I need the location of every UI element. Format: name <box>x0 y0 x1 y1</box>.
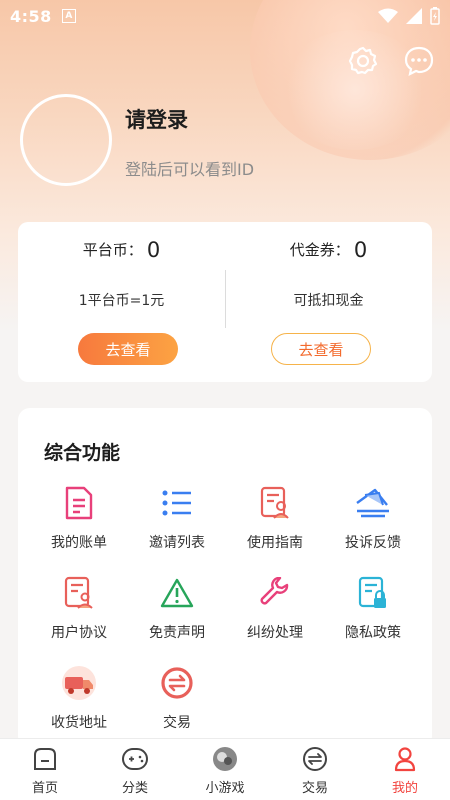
feature-label: 纠纷处理 <box>247 625 303 641</box>
signal-icon <box>406 8 422 24</box>
bill-icon <box>60 484 98 522</box>
feature-invite-list[interactable]: 邀请列表 <box>128 482 226 562</box>
login-subtitle: 登陆后可以看到ID <box>125 160 255 179</box>
warning-icon <box>158 574 196 612</box>
guide-icon <box>256 484 294 522</box>
settings-button[interactable] <box>346 44 380 78</box>
feature-guide[interactable]: 使用指南 <box>226 482 324 562</box>
bottom-tab-bar: 首页 分类 小游戏 交易 我的 <box>0 738 450 800</box>
agreement-icon <box>60 574 98 612</box>
voucher-section: 代金券： 0 可抵扣现金 去查看 <box>225 222 432 382</box>
privacy-icon <box>354 574 392 612</box>
feature-label: 使用指南 <box>247 535 303 551</box>
feature-label: 邀请列表 <box>149 535 205 551</box>
feature-bill[interactable]: 我的账单 <box>30 482 128 562</box>
tab-minigame[interactable]: 小游戏 <box>180 739 270 800</box>
platform-coin-section: 平台币： 0 1平台币=1元 去查看 <box>18 222 225 382</box>
tab-label: 首页 <box>31 781 58 796</box>
feature-label: 收货地址 <box>51 715 107 731</box>
feature-feedback[interactable]: 投诉反馈 <box>324 482 422 562</box>
feature-label: 用户协议 <box>51 625 107 641</box>
feature-label: 交易 <box>163 715 191 731</box>
messages-button[interactable] <box>402 44 436 78</box>
voucher-view-button[interactable]: 去查看 <box>271 333 371 365</box>
features-title: 综合功能 <box>44 442 121 464</box>
voucher-value: 0 <box>353 238 368 262</box>
login-title[interactable]: 请登录 <box>125 104 188 134</box>
platform-coin-note: 1平台币=1元 <box>78 293 165 309</box>
feature-agreement[interactable]: 用户协议 <box>30 572 128 652</box>
feature-address[interactable]: 收货地址 <box>30 662 128 742</box>
tab-label: 我的 <box>391 781 418 796</box>
list-icon <box>158 484 196 522</box>
feature-label: 隐私政策 <box>345 625 401 641</box>
voucher-note: 可抵扣现金 <box>293 293 364 309</box>
platform-coin-view-button[interactable]: 去查看 <box>78 333 178 365</box>
wallet-card: 平台币： 0 1平台币=1元 去查看 代金券： 0 可抵扣现金 去查看 <box>18 222 432 382</box>
platform-coin-label: 平台币： <box>82 241 143 259</box>
feature-label: 免责声明 <box>149 625 205 641</box>
battery-icon <box>430 7 440 25</box>
features-card: 综合功能 我的账单 邀请列表 使用指南 投诉反馈 用户协议 免责声明 纠纷处理 … <box>18 408 432 748</box>
category-icon <box>121 745 149 773</box>
profile-icon <box>391 745 419 773</box>
tab-trade[interactable]: 交易 <box>270 739 360 800</box>
feature-disclaimer[interactable]: 免责声明 <box>128 572 226 652</box>
status-badge: A <box>61 9 76 23</box>
tab-label: 分类 <box>121 781 148 796</box>
status-bar: 4:58 A <box>0 0 450 32</box>
trade-icon <box>301 745 329 773</box>
feature-trade[interactable]: 交易 <box>128 662 226 742</box>
voucher-label: 代金券： <box>289 241 350 259</box>
tab-mine[interactable]: 我的 <box>360 739 450 800</box>
delivery-truck-icon <box>60 664 98 702</box>
gear-icon <box>348 46 378 75</box>
wifi-icon <box>378 8 398 23</box>
status-time: 4:58 <box>10 6 52 26</box>
tab-home[interactable]: 首页 <box>0 739 90 800</box>
feature-label: 我的账单 <box>51 535 107 551</box>
home-icon <box>31 745 59 773</box>
minigame-icon <box>211 745 239 773</box>
tab-label: 小游戏 <box>205 781 245 796</box>
tab-category[interactable]: 分类 <box>90 739 180 800</box>
chat-bubble-icon <box>404 46 434 76</box>
tab-label: 交易 <box>301 781 328 796</box>
feature-dispute[interactable]: 纠纷处理 <box>226 572 324 652</box>
avatar[interactable] <box>20 94 112 186</box>
wrench-icon <box>256 574 294 612</box>
exchange-icon <box>158 664 196 702</box>
feedback-icon <box>354 484 392 522</box>
feature-label: 投诉反馈 <box>345 535 401 551</box>
feature-privacy[interactable]: 隐私政策 <box>324 572 422 652</box>
platform-coin-value: 0 <box>146 238 161 262</box>
